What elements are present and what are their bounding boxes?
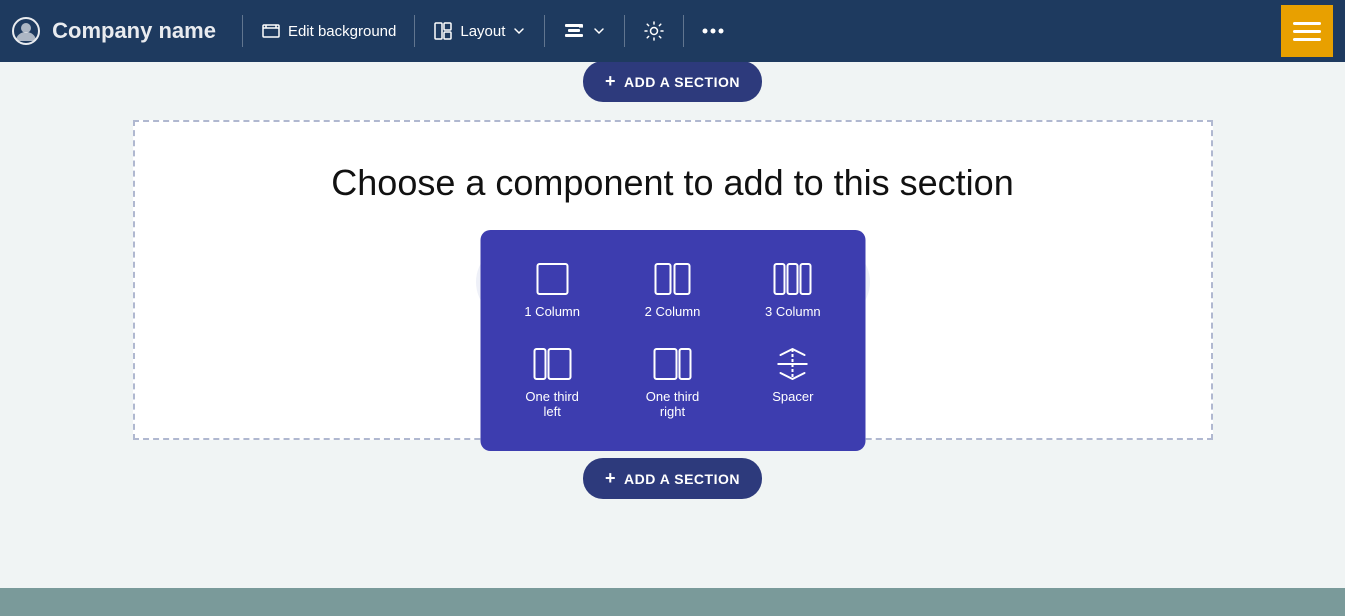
layout-button[interactable]: Layout	[423, 15, 536, 47]
chevron-down-icon-2	[592, 24, 606, 38]
add-section-bottom-button[interactable]: + ADD A SECTION	[583, 458, 762, 499]
hamburger-line-2	[1293, 30, 1321, 33]
spacer-icon	[774, 347, 812, 381]
divider-4	[624, 15, 625, 47]
1-column-icon	[533, 262, 571, 296]
content-section: Choose a component to add to this sectio…	[133, 120, 1213, 440]
one-third-left-icon	[533, 347, 571, 381]
divider-2	[414, 15, 415, 47]
chevron-down-icon	[512, 24, 526, 38]
add-section-top-button[interactable]: + ADD A SECTION	[583, 61, 762, 102]
hamburger-line-1	[1293, 22, 1321, 25]
toolbar: Company name Edit background Layout	[0, 0, 1345, 62]
popup-1-column[interactable]: 1 Column	[494, 250, 610, 331]
section-title: Choose a component to add to this sectio…	[331, 162, 1013, 204]
more-options-button[interactable]	[692, 21, 734, 41]
popup-3-column[interactable]: 3 Column	[735, 250, 851, 331]
main-area: + ADD A SECTION Choose a component to ad…	[0, 62, 1345, 616]
components-row: T Text Button	[155, 244, 1191, 346]
align-button[interactable]	[553, 14, 616, 48]
edit-bg-icon	[261, 21, 281, 41]
footer-bar	[0, 588, 1345, 616]
divider-5	[683, 15, 684, 47]
popup-one-third-left[interactable]: One third left	[494, 335, 610, 431]
plus-icon-top: +	[605, 71, 616, 92]
align-icon	[563, 20, 585, 42]
divider-3	[544, 15, 545, 47]
one-third-right-icon	[653, 347, 691, 381]
hamburger-button[interactable]	[1281, 5, 1333, 57]
bottom-add-section-area: + ADD A SECTION	[583, 458, 762, 499]
3-column-icon	[774, 262, 812, 296]
layout-dropdown-popup: 1 Column 2 Column	[480, 230, 865, 451]
popup-2-column[interactable]: 2 Column	[614, 250, 730, 331]
more-options-icon	[702, 27, 724, 35]
edit-background-button[interactable]: Edit background	[251, 15, 406, 47]
company-name: Company name	[12, 17, 216, 45]
gear-icon	[643, 20, 665, 42]
settings-button[interactable]	[633, 14, 675, 48]
plus-icon-bottom: +	[605, 468, 616, 489]
divider-1	[242, 15, 243, 47]
popup-one-third-right[interactable]: One third right	[614, 335, 730, 431]
2-column-icon	[653, 262, 691, 296]
hamburger-line-3	[1293, 38, 1321, 41]
layout-icon	[433, 21, 453, 41]
popup-spacer[interactable]: Spacer	[735, 335, 851, 431]
